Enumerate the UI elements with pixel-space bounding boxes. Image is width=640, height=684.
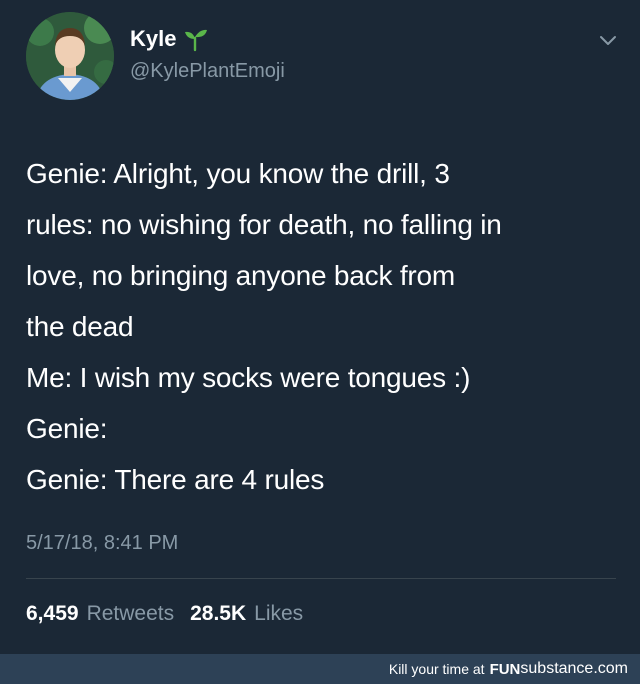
avatar-photo: [26, 12, 114, 100]
tweet-line: Genie: There are 4 rules: [26, 464, 325, 495]
likes-count[interactable]: 28.5K: [190, 602, 246, 626]
sprout-icon: [182, 26, 208, 52]
tweet-line: Me: I wish my socks were tongues :): [26, 362, 471, 393]
tweet-line: the dead: [26, 311, 134, 342]
tweet-stats: 6,459 Retweets 28.5K Likes: [26, 602, 311, 626]
watermark-brand-fun: FUN: [489, 660, 521, 678]
tweet-line: Genie:: [26, 413, 108, 444]
tweet-line: rules: no wishing for death, no falling …: [26, 209, 502, 240]
author-name-row: Kyle: [130, 26, 208, 52]
tweet-text: Genie: Alright, you know the drill, 3 ru…: [26, 148, 626, 505]
chevron-down-icon[interactable]: [598, 30, 618, 50]
watermark-prefix: Kill your time at: [388, 661, 485, 677]
author-display-name[interactable]: Kyle: [130, 26, 176, 52]
site-watermark: Kill your time at FUN substance.com: [0, 654, 640, 684]
retweets-count[interactable]: 6,459: [26, 602, 79, 626]
watermark-brand-rest: substance.com: [520, 660, 628, 677]
retweets-label[interactable]: Retweets: [87, 602, 175, 626]
avatar[interactable]: [26, 12, 114, 100]
divider: [26, 578, 616, 579]
likes-label[interactable]: Likes: [254, 602, 303, 626]
author-handle[interactable]: @KylePlantEmoji: [130, 60, 285, 83]
tweet-card: Kyle @KylePlantEmoji Genie: Alright, you…: [0, 0, 640, 654]
tweet-line: Genie: Alright, you know the drill, 3: [26, 158, 450, 189]
tweet-line: love, no bringing anyone back from: [26, 260, 456, 291]
tweet-timestamp[interactable]: 5/17/18, 8:41 PM: [26, 532, 178, 555]
